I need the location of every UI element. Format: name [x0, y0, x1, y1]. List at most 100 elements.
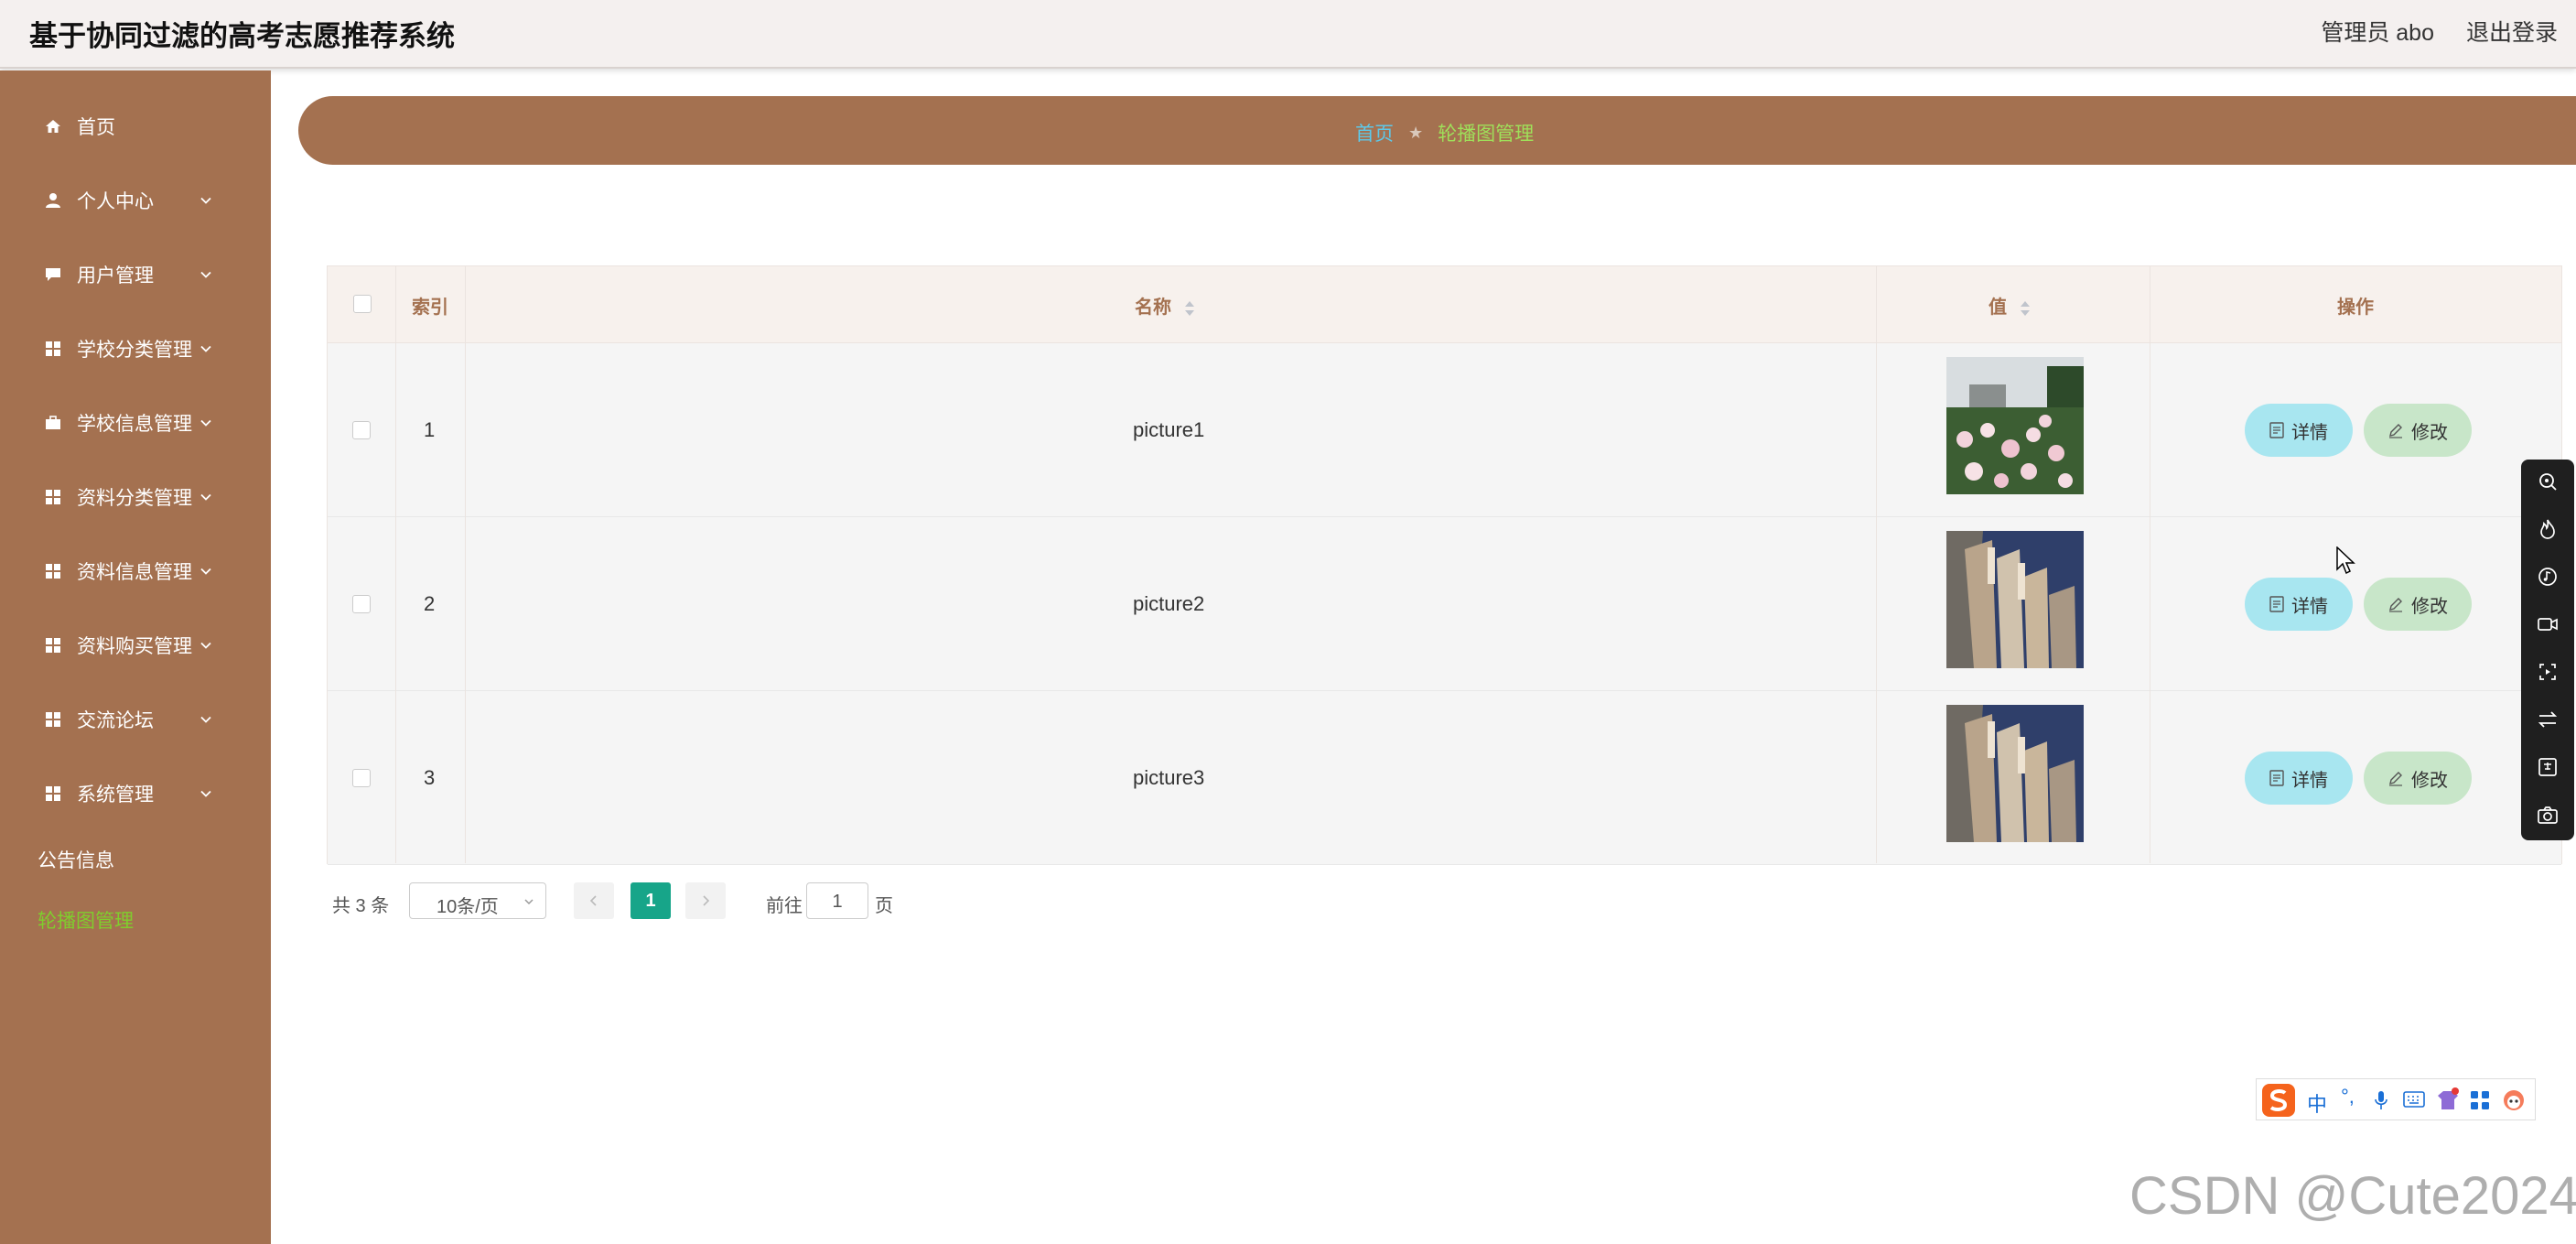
chevron-down-icon [524, 899, 534, 905]
goto-label: 前往 [766, 896, 803, 916]
row-checkbox[interactable] [352, 769, 371, 787]
edit-button[interactable]: 修改 [2364, 752, 2472, 805]
fire-icon[interactable] [2537, 518, 2559, 540]
grid-icon [44, 340, 62, 358]
document-icon [2269, 422, 2284, 438]
screen-record-icon[interactable] [2537, 661, 2559, 683]
sidebar-item-forum[interactable]: 交流论坛 [0, 692, 271, 747]
column-divider [395, 266, 396, 863]
top-bar: 基于协同过滤的高考志愿推荐系统 管理员 abo 退出登录 [0, 0, 2576, 69]
sidebar-item-users[interactable]: 用户管理 [0, 247, 271, 302]
column-divider [465, 266, 466, 863]
pencil-icon [2389, 772, 2402, 786]
chevron-down-icon [200, 716, 211, 723]
sidebar-item-notice[interactable]: 公告信息 [0, 832, 271, 887]
home-icon [44, 117, 62, 135]
detail-button-label: 详情 [2291, 422, 2328, 443]
comment-icon [44, 265, 62, 284]
column-header-value[interactable]: 值 [1989, 292, 2031, 319]
row-thumbnail[interactable] [1946, 531, 2084, 668]
detail-button-label: 详情 [2291, 596, 2328, 617]
row-index: 3 [424, 766, 436, 789]
detail-button[interactable]: 详情 [2245, 578, 2353, 631]
chinese-mode-icon[interactable]: 中 [2307, 1088, 2327, 1118]
edit-button[interactable]: 修改 [2364, 404, 2472, 457]
chevron-down-icon [200, 271, 211, 278]
page-size-select[interactable]: 10条/页 [409, 882, 546, 919]
sort-icon[interactable] [1184, 300, 1195, 317]
chevron-down-icon [200, 642, 211, 649]
user-icon [44, 191, 62, 210]
detail-button[interactable]: 详情 [2245, 752, 2353, 805]
sidebar-item-material-purchase[interactable]: 资料购买管理 [0, 618, 271, 673]
pencil-icon [2389, 598, 2402, 612]
sidebar-item-label: 个人中心 [77, 191, 154, 212]
breadcrumb-separator-icon: ★ [1408, 123, 1424, 142]
apps-grid-icon[interactable] [2470, 1090, 2490, 1110]
next-page-button[interactable] [685, 882, 726, 919]
column-header-index: 索引 [412, 297, 448, 318]
microphone-icon[interactable] [2374, 1090, 2388, 1110]
search-icon[interactable] [2537, 471, 2559, 492]
edit-button[interactable]: 修改 [2364, 578, 2472, 631]
chevron-down-icon [200, 493, 211, 501]
swap-icon[interactable] [2537, 709, 2559, 730]
translate-icon[interactable] [2537, 756, 2559, 778]
camera-icon[interactable] [2537, 804, 2559, 826]
chevron-right-icon [703, 895, 710, 906]
grid-icon [44, 562, 62, 580]
column-header-name-label: 名称 [1135, 297, 1171, 318]
sidebar: 首页 个人中心 用户管理 学校分类管理 学校信息管理 资料分类管理 资料信息管理… [0, 70, 271, 1244]
music-icon[interactable] [2537, 566, 2559, 588]
sort-icon[interactable] [2020, 300, 2031, 317]
row-checkbox[interactable] [352, 421, 371, 439]
briefcase-icon [44, 414, 62, 432]
grid-icon [44, 636, 62, 654]
select-all-checkbox[interactable] [353, 295, 372, 313]
skin-icon[interactable] [2436, 1087, 2460, 1112]
sogou-logo-icon[interactable] [2260, 1082, 2297, 1119]
edit-button-label: 修改 [2411, 770, 2448, 791]
punctuation-icon[interactable]: °, [2341, 1085, 2355, 1109]
keyboard-icon[interactable] [2403, 1091, 2425, 1108]
sidebar-item-material-category[interactable]: 资料分类管理 [0, 470, 271, 525]
sidebar-item-home[interactable]: 首页 [0, 99, 271, 154]
breadcrumb-current: 轮播图管理 [1438, 124, 1535, 145]
video-icon[interactable] [2537, 613, 2559, 635]
sidebar-item-label: 资料信息管理 [77, 562, 192, 583]
document-icon [2269, 596, 2284, 612]
detail-button[interactable]: 详情 [2245, 404, 2353, 457]
page-number-current[interactable]: 1 [631, 882, 671, 919]
sidebar-item-school-info[interactable]: 学校信息管理 [0, 395, 271, 450]
goto-page-input[interactable]: 1 [806, 882, 868, 919]
sidebar-item-system[interactable]: 系统管理 [0, 766, 271, 821]
sidebar-item-school-category[interactable]: 学校分类管理 [0, 321, 271, 376]
grid-icon [44, 784, 62, 803]
carousel-table: 索引 名称 值 操作 1 picture1 详情 修改 2 picture2 详… [327, 265, 2562, 865]
row-name: picture1 [1133, 418, 1205, 441]
sidebar-item-personal[interactable]: 个人中心 [0, 173, 271, 228]
row-thumbnail[interactable] [1946, 705, 2084, 842]
row-name: picture2 [1133, 592, 1205, 615]
page-size-value: 10条/页 [437, 897, 499, 917]
column-header-actions: 操作 [2337, 297, 2374, 318]
row-thumbnail[interactable] [1946, 357, 2084, 494]
mascot-icon[interactable] [2502, 1088, 2526, 1112]
sidebar-item-carousel[interactable]: 轮播图管理 [0, 892, 271, 947]
breadcrumb-home[interactable]: 首页 [1355, 119, 1394, 146]
chevron-down-icon [200, 419, 211, 427]
row-checkbox[interactable] [352, 595, 371, 613]
detail-button-label: 详情 [2291, 770, 2328, 791]
column-header-name[interactable]: 名称 [1135, 292, 1195, 319]
edit-button-label: 修改 [2411, 596, 2448, 617]
current-user: 管理员 abo [2321, 20, 2434, 46]
logout-link[interactable]: 退出登录 [2466, 15, 2558, 48]
row-index: 2 [424, 592, 436, 615]
prev-page-button[interactable] [574, 882, 614, 919]
grid-icon [44, 710, 62, 729]
chevron-down-icon [200, 197, 211, 204]
edit-button-label: 修改 [2411, 422, 2448, 443]
ime-toolbar: 中 °, [2256, 1078, 2536, 1120]
sidebar-item-material-info[interactable]: 资料信息管理 [0, 544, 271, 599]
chevron-left-icon [589, 895, 597, 906]
